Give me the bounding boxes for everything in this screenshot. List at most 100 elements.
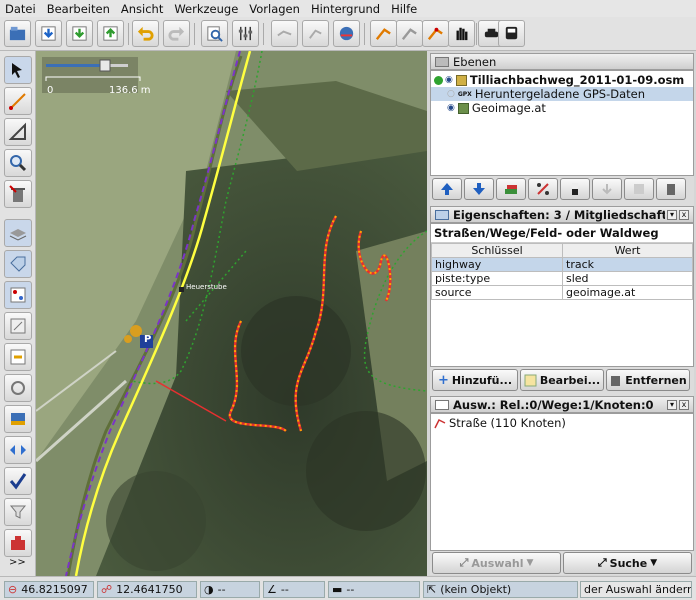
move-down-button[interactable] <box>464 178 494 200</box>
gpx-badge: GPX <box>457 90 472 98</box>
gamma-button[interactable] <box>560 178 590 200</box>
pan-button[interactable] <box>448 20 475 47</box>
validator-button[interactable] <box>4 436 32 464</box>
commands-button[interactable] <box>4 374 32 402</box>
selection-list-icon <box>435 399 449 410</box>
preferences-button[interactable] <box>201 20 228 47</box>
draw-tool-button[interactable] <box>4 87 32 115</box>
layers-panel-title: Ebenen <box>453 54 497 69</box>
active-check-icon <box>434 75 443 85</box>
layer-settings-button[interactable] <box>232 20 259 47</box>
menu-bearbeiten[interactable]: Bearbeiten <box>47 2 110 16</box>
latitude-icon: ⊖ <box>8 583 18 596</box>
layers-toggle-button[interactable] <box>4 219 32 247</box>
way-icon <box>434 418 446 429</box>
zoom-tool-button[interactable] <box>4 149 32 177</box>
conflict-button[interactable] <box>4 467 32 495</box>
select-tool-button[interactable] <box>4 56 32 84</box>
hidden-eye-icon[interactable]: ○ <box>447 89 455 99</box>
duplicate-layer-button[interactable] <box>592 178 622 200</box>
right-panel: Ebenen ◉ Tilliachbachweg_2011-01-09.osm … <box>430 53 694 575</box>
arrow-down-icon <box>473 183 485 195</box>
merge-layer-button[interactable] <box>496 178 526 200</box>
tags-toggle-button[interactable] <box>4 250 32 278</box>
road-button[interactable] <box>271 20 298 47</box>
layer-item-osm[interactable]: ◉ Tilliachbachweg_2011-01-09.osm <box>431 73 693 87</box>
add-tag-button[interactable]: + Hinzufü... <box>432 369 518 391</box>
upload-button[interactable] <box>97 20 124 47</box>
menu-vorlagen[interactable]: Vorlagen <box>249 2 300 16</box>
layer-item-geoimage[interactable]: ◉ Geoimage.at <box>431 101 693 115</box>
select-icon <box>375 28 391 40</box>
map-view[interactable]: P Heuerstube 0 136.6 m <box>36 51 427 576</box>
lasso-button[interactable] <box>396 20 423 47</box>
filter-button[interactable] <box>4 498 32 526</box>
properties-object-title: Straßen/Wege/Feld- oder Waldweg <box>431 224 693 243</box>
edit-tag-button[interactable]: Bearbei... <box>520 369 604 391</box>
tag-row[interactable]: highway track <box>431 257 693 272</box>
plugins-button[interactable] <box>4 529 32 557</box>
redo-button[interactable] <box>163 20 190 47</box>
layer-item-gps[interactable]: ○ GPX Heruntergeladene GPS-Daten <box>431 87 693 101</box>
info-layer-button[interactable] <box>624 178 654 200</box>
measure-tool-button[interactable] <box>4 118 32 146</box>
column-key-header[interactable]: Schlüssel <box>431 243 563 258</box>
select-button[interactable] <box>370 20 397 47</box>
poi-label[interactable]: Heuerstube <box>186 283 227 291</box>
layer-settings-icon <box>238 26 253 41</box>
panel-close-icon[interactable]: x <box>679 399 689 410</box>
search-button[interactable]: ⤢ Suche ▼ <box>563 552 692 574</box>
tag-row[interactable]: source geoimage.at <box>431 285 693 300</box>
ruler-icon: ▬ <box>332 583 343 596</box>
column-value-header[interactable]: Wert <box>562 243 693 258</box>
menu-hilfe[interactable]: Hilfe <box>391 2 417 16</box>
list-item[interactable]: Straße (110 Knoten) <box>431 414 693 432</box>
more-tools-toggle[interactable]: >> <box>9 557 26 568</box>
selection-list: Straße (110 Knoten) <box>430 413 694 551</box>
select-tool-icon <box>12 63 22 78</box>
move-up-button[interactable] <box>432 178 462 200</box>
menu-hintergrund[interactable]: Hintergrund <box>311 2 380 16</box>
download-button[interactable] <box>35 20 62 47</box>
redo-icon <box>168 26 185 41</box>
panel-minimize-icon[interactable]: ▾ <box>667 209 677 220</box>
chevron-down-icon: ▼ <box>526 558 534 568</box>
delete-tool-button[interactable] <box>4 180 32 208</box>
status-hint: der Auswahl ändern <box>580 581 692 598</box>
map-paint-button[interactable] <box>4 405 32 433</box>
history-icon <box>10 349 26 365</box>
menu-ansicht[interactable]: Ansicht <box>121 2 163 16</box>
select-button[interactable]: ⤢ Auswahl ▼ <box>432 552 561 574</box>
open-button[interactable] <box>4 20 31 47</box>
angle-field: ∠ -- <box>263 581 325 598</box>
download-icon <box>41 26 56 41</box>
draw-tool-icon <box>9 93 26 110</box>
panel-close-icon[interactable]: x <box>679 209 689 220</box>
road-icon <box>277 30 292 37</box>
distance-field: ▬ -- <box>328 581 420 598</box>
node-button[interactable] <box>302 20 329 47</box>
delete-layer-button[interactable] <box>656 178 686 200</box>
tag-row[interactable]: piste:type sled <box>431 271 693 286</box>
tag-key: highway <box>431 257 563 272</box>
history-button[interactable] <box>4 343 32 371</box>
tag-value: sled <box>562 271 693 286</box>
selection-list-button[interactable] <box>4 312 32 340</box>
panel-minimize-icon[interactable]: ▾ <box>667 399 677 410</box>
undo-button[interactable] <box>132 20 159 47</box>
tag-icon <box>435 209 449 220</box>
remove-tag-button[interactable]: Entfernen <box>606 369 690 391</box>
opacity-button[interactable] <box>528 178 558 200</box>
layers-panel-header: Ebenen <box>430 53 694 70</box>
relations-button[interactable] <box>4 281 32 309</box>
bus-button[interactable] <box>498 20 525 47</box>
visible-eye-icon[interactable]: ◉ <box>447 103 455 113</box>
info-icon <box>634 184 644 194</box>
split-button[interactable] <box>422 20 449 47</box>
menu-werkzeuge[interactable]: Werkzeuge <box>174 2 238 16</box>
download-gps-button[interactable] <box>66 20 93 47</box>
layer-name: Tilliachbachweg_2011-01-09.osm <box>469 73 685 87</box>
menu-datei[interactable]: Datei <box>5 2 36 16</box>
wms-button[interactable] <box>333 20 360 47</box>
visible-eye-icon[interactable]: ◉ <box>445 75 453 85</box>
